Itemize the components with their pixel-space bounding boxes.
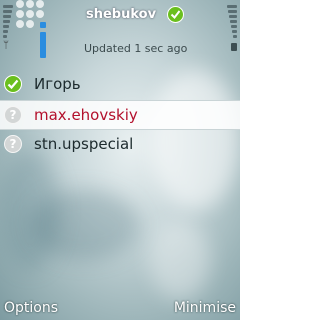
contact-name: stn.upspecial xyxy=(34,135,134,153)
online-status-icon xyxy=(167,6,184,23)
status-pane: ᛘ shebukov Updated 1 sec ago xyxy=(0,0,240,66)
contact-list: Игорь ? max.ehovskiy ? stn.upspecial xyxy=(0,70,240,160)
logo-accent xyxy=(40,22,46,28)
background-blur xyxy=(150,220,210,300)
page-title: shebukov xyxy=(86,7,157,22)
options-softkey[interactable]: Options xyxy=(4,300,58,316)
question-icon: ? xyxy=(4,106,22,124)
online-check-icon xyxy=(4,75,22,93)
background-blur xyxy=(0,150,60,270)
contact-list-item[interactable]: ? stn.upspecial xyxy=(0,130,240,160)
last-updated-text: Updated 1 sec ago xyxy=(84,42,188,55)
contact-list-item-selected[interactable]: ? max.ehovskiy xyxy=(0,100,240,130)
signal-strength-indicator xyxy=(3,3,13,63)
contact-list-item[interactable]: Игорь xyxy=(0,70,240,100)
logo-accent-bar xyxy=(40,32,46,58)
battery-indicator xyxy=(227,3,237,63)
contact-name: Игорь xyxy=(34,75,81,93)
screen: ᛘ shebukov Updated 1 sec ago Игорь ? max… xyxy=(0,0,240,320)
question-icon: ? xyxy=(4,135,22,153)
softkey-bar: Options Minimise xyxy=(0,296,240,320)
antenna-icon: ᛘ xyxy=(3,40,9,51)
app-logo-icon xyxy=(16,0,56,60)
contact-name: max.ehovskiy xyxy=(34,106,138,124)
minimise-softkey[interactable]: Minimise xyxy=(174,300,236,316)
